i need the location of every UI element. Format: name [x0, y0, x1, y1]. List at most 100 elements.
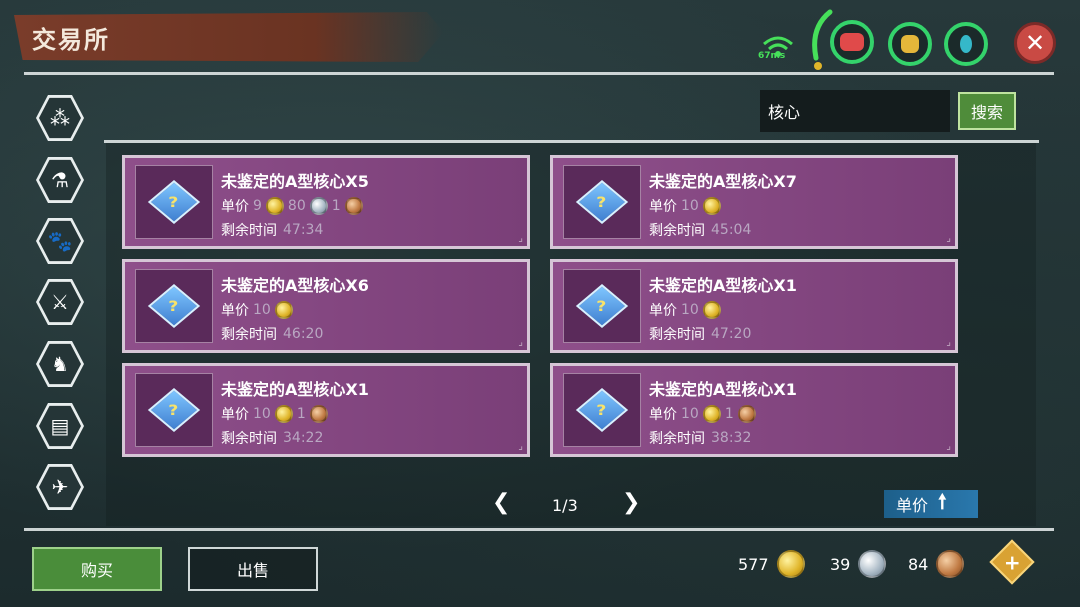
sort-label: 单价 [896, 496, 929, 515]
price-label: 单价 [649, 303, 677, 319]
corner-mark-icon: ⌟ [946, 441, 951, 452]
price-row: 单价 10 1 [221, 404, 328, 424]
time-row: 剩余时间 47:20 [649, 324, 751, 344]
time-remaining: 46:20 [283, 326, 324, 342]
water-icon[interactable] [944, 22, 988, 66]
listing-card[interactable]: ? 未鉴定的A型核心X7 单价 10 剩余时间 45:04 ⌟ [550, 155, 958, 249]
bronze-coin-icon [936, 550, 965, 578]
gold-amount: 10 [681, 406, 699, 422]
stamina-icon[interactable] [888, 22, 932, 66]
price-label: 单价 [649, 407, 677, 423]
silver-coin-icon [858, 550, 887, 578]
gold-amount: 9 [253, 198, 262, 214]
listing-name: 未鉴定的A型核心X5 [221, 172, 369, 191]
listing-name: 未鉴定的A型核心X1 [221, 380, 369, 399]
gold-coin-icon [274, 405, 293, 423]
time-label: 剩余时间 [221, 223, 277, 239]
gold-balance: 577 [738, 550, 805, 578]
sidebar-item-furniture[interactable]: ▤ [36, 402, 84, 450]
bronze-coin-icon [309, 405, 328, 423]
time-remaining: 45:04 [711, 222, 752, 238]
price-label: 单价 [221, 199, 249, 215]
bronze-amount: 1 [331, 198, 341, 214]
prev-page-button[interactable]: ❮ [492, 490, 510, 515]
gold-amount: 10 [253, 302, 271, 318]
time-label: 剩余时间 [649, 431, 705, 447]
price-label: 单价 [649, 199, 677, 215]
gold-coin-icon [702, 197, 721, 215]
time-label: 剩余时间 [221, 327, 277, 343]
sidebar-item-potion[interactable]: ⚗ [36, 156, 84, 204]
sell-tab-button[interactable]: 出售 [188, 547, 318, 591]
time-label: 剩余时间 [649, 327, 705, 343]
time-label: 剩余时间 [649, 223, 705, 239]
page-title: 交易所 [32, 26, 110, 54]
sidebar-item-weapon[interactable]: ⚔ [36, 278, 84, 326]
silver-coin-icon [309, 197, 328, 215]
gold-coin-icon [776, 550, 805, 578]
time-label: 剩余时间 [221, 431, 277, 447]
core-item-icon: ? [135, 373, 213, 447]
footer-divider [24, 528, 1054, 531]
search-input[interactable] [760, 90, 950, 132]
gold-coin-icon [274, 301, 293, 319]
bronze-amount: 1 [724, 406, 734, 422]
time-row: 剩余时间 46:20 [221, 324, 323, 344]
listing-name: 未鉴定的A型核心X1 [649, 380, 797, 399]
core-item-icon: ? [135, 165, 213, 239]
bronze-balance: 84 [908, 550, 965, 578]
core-item-icon: ? [563, 269, 641, 343]
buy-tab-button[interactable]: 购买 [32, 547, 162, 591]
corner-mark-icon: ⌟ [946, 337, 951, 348]
next-page-button[interactable]: ❯ [622, 490, 640, 515]
listing-card[interactable]: ? 未鉴定的A型核心X1 单价 10 剩余时间 47:20 ⌟ [550, 259, 958, 353]
sidebar-item-resources[interactable]: ⁂ [36, 94, 84, 142]
sidebar-item-mount[interactable]: ♞ [36, 340, 84, 388]
sort-arrow-icon: 🠕 [938, 489, 947, 513]
price-row: 单价 10 [649, 196, 721, 216]
time-row: 剩余时间 34:22 [221, 428, 323, 448]
header-divider [24, 72, 1054, 75]
corner-mark-icon: ⌟ [518, 441, 523, 452]
bronze-coin-icon [344, 197, 363, 215]
time-row: 剩余时间 38:32 [649, 428, 751, 448]
listing-card[interactable]: ? 未鉴定的A型核心X6 单价 10 剩余时间 46:20 ⌟ [122, 259, 530, 353]
health-icon[interactable] [830, 20, 874, 64]
gold-coin-icon [702, 405, 721, 423]
sidebar-item-pet[interactable]: 🐾 [36, 217, 84, 265]
listing-card[interactable]: ? 未鉴定的A型核心X1 单价 10 1 剩余时间 38:32 ⌟ [550, 363, 958, 457]
corner-mark-icon: ⌟ [518, 337, 523, 348]
price-row: 单价 10 1 [649, 404, 756, 424]
silver-balance-value: 39 [830, 554, 851, 574]
gold-amount: 10 [681, 198, 699, 214]
gold-coin-icon [702, 301, 721, 319]
gold-amount: 10 [253, 406, 271, 422]
bronze-amount: 1 [296, 406, 306, 422]
close-button[interactable]: ✕ [1014, 22, 1056, 64]
price-row: 单价 10 [221, 300, 293, 320]
gold-amount: 10 [681, 302, 699, 318]
time-remaining: 47:20 [711, 326, 752, 342]
plus-icon: + [1003, 549, 1021, 574]
core-item-icon: ? [563, 373, 641, 447]
gold-coin-icon [265, 197, 284, 215]
price-label: 单价 [221, 303, 249, 319]
silver-balance: 39 [830, 550, 887, 578]
price-row: 单价 10 [649, 300, 721, 320]
search-button[interactable]: 搜索 [958, 92, 1016, 130]
page-indicator: 1/3 [552, 496, 578, 515]
listing-card[interactable]: ? 未鉴定的A型核心X5 单价 9 80 1 剩余时间 47:34 ⌟ [122, 155, 530, 249]
listing-card[interactable]: ? 未鉴定的A型核心X1 单价 10 1 剩余时间 34:22 ⌟ [122, 363, 530, 457]
time-remaining: 34:22 [283, 430, 324, 446]
price-row: 单价 9 80 1 [221, 196, 363, 216]
corner-mark-icon: ⌟ [946, 233, 951, 244]
listing-name: 未鉴定的A型核心X7 [649, 172, 797, 191]
listing-name: 未鉴定的A型核心X6 [221, 276, 369, 295]
sort-by-price-button[interactable]: 单价 🠕 [884, 489, 978, 518]
price-label: 单价 [221, 407, 249, 423]
gold-balance-value: 577 [738, 554, 769, 574]
sidebar-item-misc[interactable]: ✈ [36, 463, 84, 511]
bronze-coin-icon [737, 405, 756, 423]
corner-mark-icon: ⌟ [518, 233, 523, 244]
listing-name: 未鉴定的A型核心X1 [649, 276, 797, 295]
